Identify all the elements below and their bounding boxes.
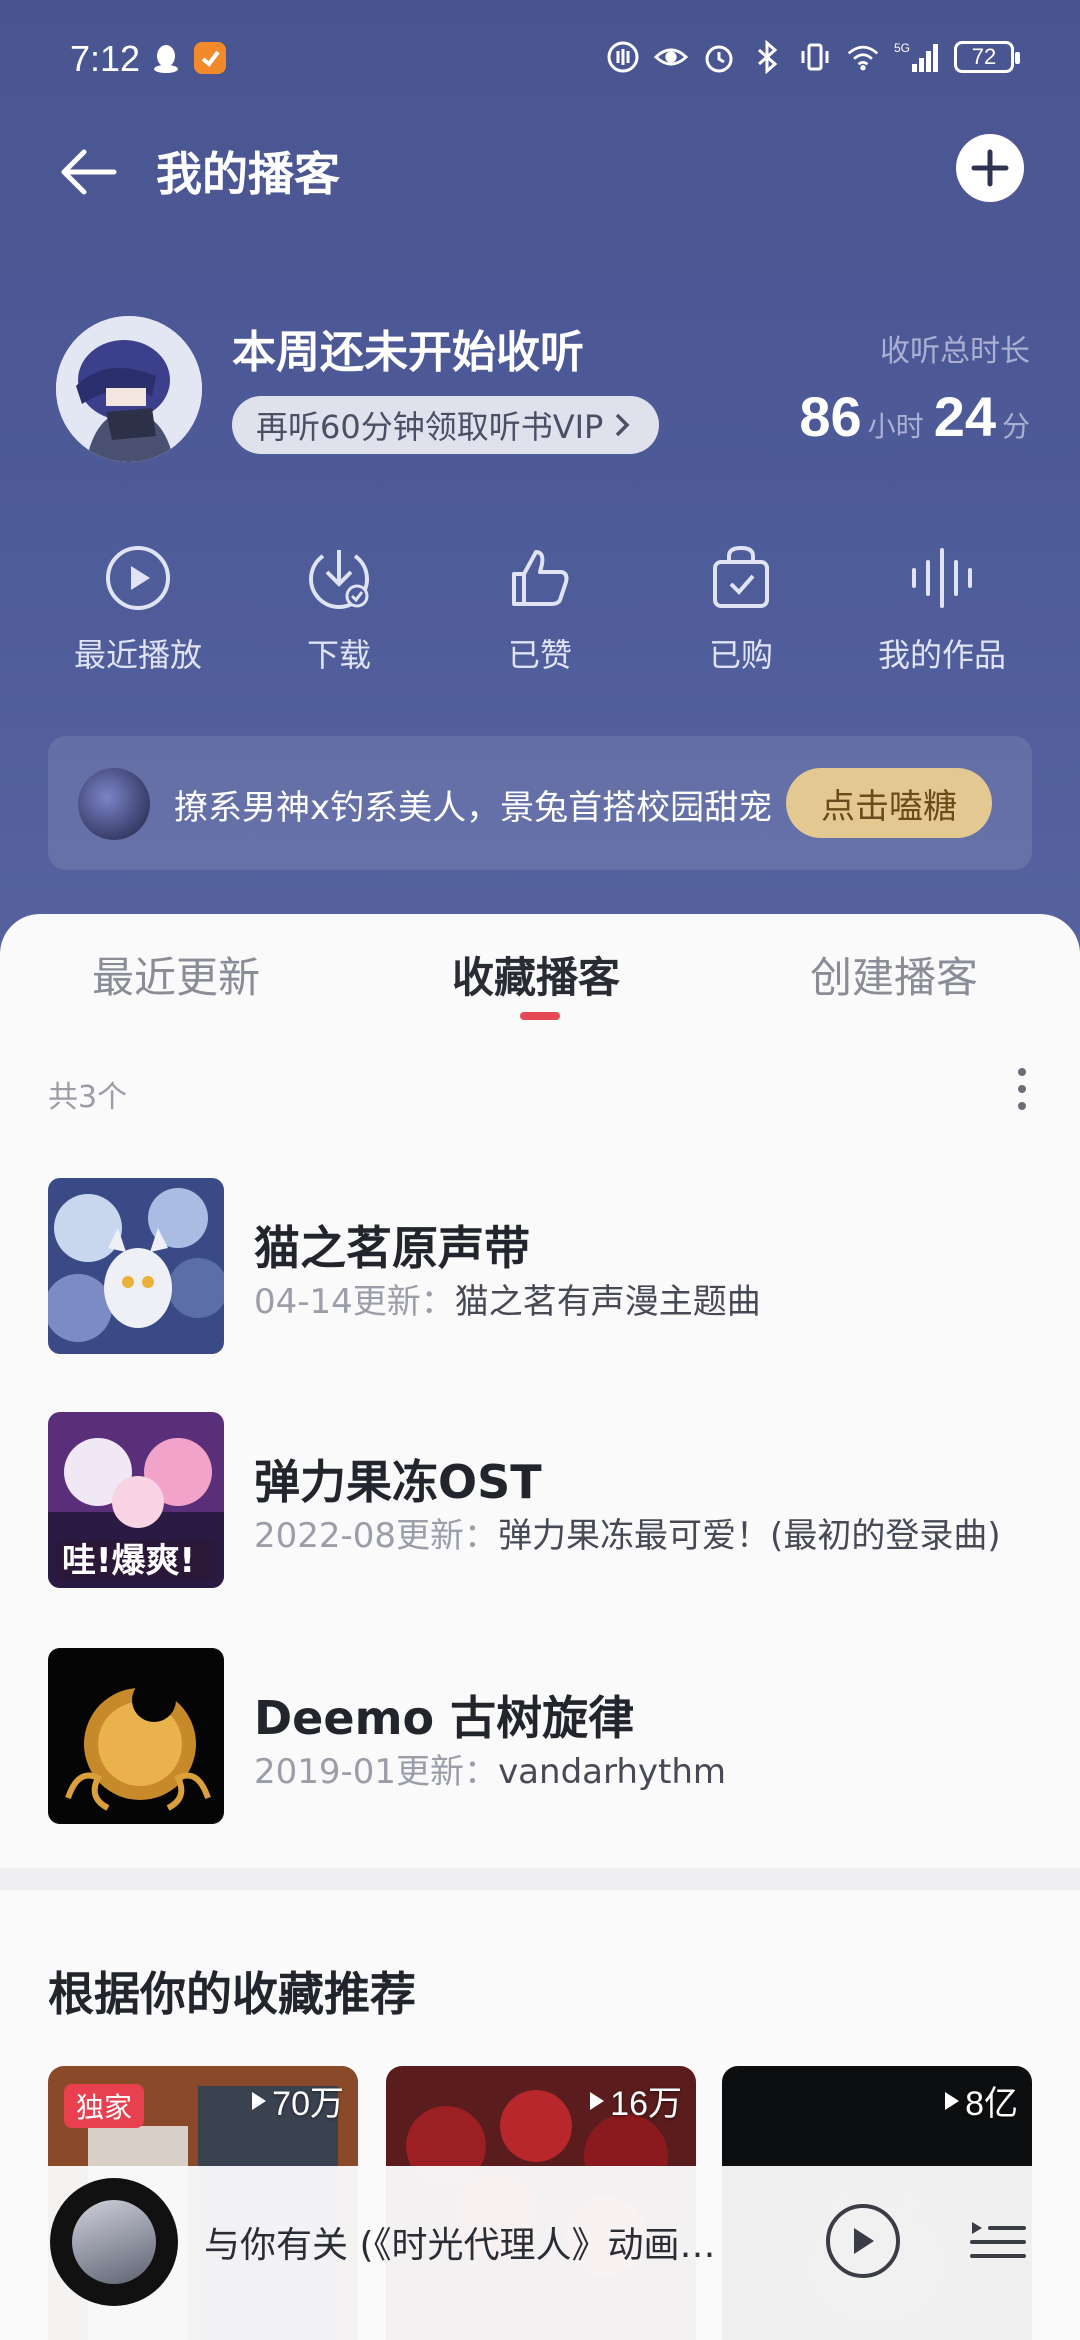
play-icon — [252, 2091, 267, 2110]
podcast-update-date: 04-14更新： — [254, 1282, 455, 1322]
banner-thumbnail — [78, 768, 150, 840]
arrow-left-icon — [61, 149, 117, 195]
battery-indicator: 72 — [954, 41, 1020, 73]
listen-minutes-unit: 分 — [1001, 410, 1030, 443]
play-count-value: 16万 — [610, 2085, 682, 2123]
total-listen-label: 收听总时长 — [880, 334, 1030, 369]
play-count-value: 8亿 — [965, 2085, 1018, 2123]
thumbs-up-icon — [512, 550, 569, 606]
status-bar: 7:12 5G 72 — [0, 0, 1080, 120]
podcast-update-date: 2019-01更新： — [254, 1752, 499, 1792]
podcast-title: Deemo 古树旋律 — [254, 1691, 635, 1745]
purchased-bag-icon — [713, 545, 769, 608]
player-album-disc[interactable] — [50, 2178, 178, 2306]
player-play-button[interactable] — [826, 2204, 900, 2278]
recent-play-button[interactable]: 最近播放 — [48, 540, 228, 676]
svg-text:5G: 5G — [894, 41, 910, 55]
liked-label: 已赞 — [507, 636, 572, 674]
purchased-button[interactable]: 已购 — [651, 540, 831, 676]
svg-text:哇!爆爽!: 哇!爆爽! — [62, 1541, 195, 1581]
vip-reward-label: 再听60分钟领取听书VIP — [256, 408, 604, 446]
exclusive-badge: 独家 — [64, 2084, 145, 2128]
play-icon — [945, 2091, 960, 2110]
eye-icon — [654, 40, 688, 74]
wifi-icon — [846, 40, 880, 74]
podcast-description: 04-14更新：猫之茗有声漫主题曲 — [254, 1278, 1014, 1326]
bluetooth-icon — [750, 40, 784, 74]
avatar[interactable] — [56, 316, 202, 462]
vip-reward-button[interactable]: 再听60分钟领取听书VIP — [232, 396, 660, 454]
page-title: 我的播客 — [156, 147, 340, 201]
section-divider — [0, 1868, 1080, 1890]
quick-actions: 最近播放 下载 已赞 已购 我的作品 — [48, 540, 1032, 676]
player-track-title[interactable]: 与你有关 (《时光代理人》动画片尾曲) — [204, 2216, 744, 2268]
podcast-summary: vandarhythm — [498, 1752, 727, 1792]
plus-icon — [971, 149, 1009, 187]
app-notification-icon — [194, 42, 226, 74]
active-tab-indicator — [520, 1012, 560, 1020]
recommend-title: 根据你的收藏推荐 — [48, 1967, 416, 2021]
podcast-description: 2022-08更新：弹力果冻最可爱！(最初的登录曲) — [254, 1512, 1014, 1560]
banner-text: 撩系男神x钓系美人，景兔首搭校园甜宠 — [174, 788, 773, 828]
chevron-right-icon — [616, 413, 630, 437]
tab-recent-updates[interactable]: 最近更新 — [92, 944, 260, 1005]
week-listen-status: 本周还未开始收听 — [232, 327, 584, 378]
download-label: 下载 — [306, 636, 371, 674]
listen-minutes: 24 — [933, 385, 996, 448]
my-works-label: 我的作品 — [877, 636, 1006, 674]
promo-banner[interactable]: 撩系男神x钓系美人，景兔首搭校园甜宠 点击嗑糖 — [48, 736, 1032, 870]
podcast-cover — [48, 1648, 224, 1824]
play-icon — [854, 2228, 874, 2254]
play-count-value: 70万 — [272, 2085, 344, 2123]
play-circle-icon — [106, 546, 170, 610]
nfc-icon — [606, 40, 640, 74]
podcast-item[interactable]: 哇!爆爽! 弹力果冻OST 2022-08更新：弹力果冻最可爱！(最初的登录曲) — [48, 1412, 1032, 1588]
tab-collected-podcasts[interactable]: 收藏播客 — [452, 944, 620, 1005]
qq-notification-icon — [150, 42, 182, 74]
play-count: 8亿 — [943, 2076, 1018, 2125]
podcast-title: 弹力果冻OST — [254, 1455, 542, 1509]
listen-hours-unit: 小时 — [867, 410, 924, 443]
alarm-icon — [702, 40, 736, 74]
vibrate-icon — [798, 40, 832, 74]
mini-player[interactable]: 与你有关 (《时光代理人》动画片尾曲) — [0, 2166, 1080, 2340]
more-options-icon[interactable] — [1012, 1064, 1032, 1114]
add-podcast-button[interactable] — [956, 134, 1024, 202]
listen-hours: 86 — [799, 385, 862, 448]
podcast-cover — [48, 1178, 224, 1354]
podcast-cover: 哇!爆爽! — [48, 1412, 224, 1588]
play-count: 70万 — [250, 2076, 344, 2125]
player-album-art — [72, 2200, 156, 2284]
banner-action-button[interactable]: 点击嗑糖 — [786, 768, 992, 838]
collection-count: 共3个 — [48, 1080, 128, 1115]
podcast-summary: 猫之茗有声漫主题曲 — [454, 1282, 761, 1322]
play-count: 16万 — [588, 2076, 682, 2125]
back-button[interactable] — [56, 140, 120, 204]
purchased-label: 已购 — [708, 636, 773, 674]
podcast-item[interactable]: 猫之茗原声带 04-14更新：猫之茗有声漫主题曲 — [48, 1178, 1032, 1354]
signal-5g-icon: 5G — [894, 40, 940, 74]
playlist-icon — [970, 2222, 1026, 2258]
status-time: 7:12 — [70, 38, 141, 79]
my-works-button[interactable]: 我的作品 — [852, 540, 1032, 676]
total-listen-time: 86 小时 24 分 — [799, 384, 1030, 449]
tab-created-podcasts[interactable]: 创建播客 — [810, 944, 978, 1005]
sound-wave-icon — [912, 548, 972, 608]
play-icon — [590, 2091, 605, 2110]
playlist-button[interactable] — [968, 2208, 1028, 2268]
podcast-title: 猫之茗原声带 — [254, 1221, 530, 1275]
podcast-description: 2019-01更新：vandarhythm — [254, 1748, 1014, 1796]
podcast-item[interactable]: Deemo 古树旋律 2019-01更新：vandarhythm — [48, 1648, 1032, 1824]
podcast-summary: 弹力果冻最可爱！(最初的登录曲) — [498, 1516, 1001, 1556]
download-icon — [309, 550, 369, 609]
download-button[interactable]: 下载 — [249, 540, 429, 676]
recent-play-label: 最近播放 — [73, 636, 202, 674]
podcast-update-date: 2022-08更新： — [254, 1516, 499, 1556]
podcast-panel: 最近更新 收藏播客 创建播客 共3个 猫之茗原声带 04-14更新：猫之茗有声漫… — [0, 914, 1080, 1870]
liked-button[interactable]: 已赞 — [450, 540, 630, 676]
